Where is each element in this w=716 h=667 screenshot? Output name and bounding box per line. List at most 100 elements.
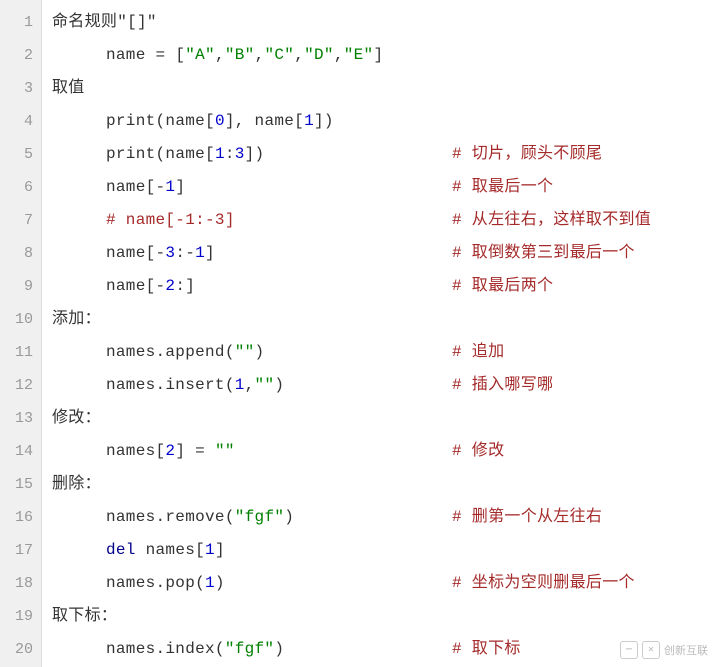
code-token: 3 — [165, 244, 175, 262]
code-token: 1 — [165, 178, 175, 196]
code-token: (name[ — [156, 112, 215, 130]
code-line: 修改： — [52, 402, 716, 435]
code-token: ) — [274, 376, 284, 394]
code-token: ] — [175, 178, 185, 196]
line-number: 15 — [0, 468, 41, 501]
code-line: names.insert(1,"")# 插入哪写哪 — [52, 369, 716, 402]
code-comment: # 取下标 — [452, 633, 521, 666]
watermark-text: 创新互联 — [664, 642, 708, 658]
code-token: ], name[ — [225, 112, 304, 130]
line-number: 3 — [0, 72, 41, 105]
code-token: 取下标： — [52, 607, 117, 625]
code-token: "" — [255, 376, 275, 394]
watermark: ⋯ ✕ 创新互联 — [620, 641, 708, 659]
code-comment: # 坐标为空则删最后一个 — [452, 567, 635, 600]
line-number: 5 — [0, 138, 41, 171]
code-token: 1 — [235, 376, 245, 394]
code-token: names.append( — [106, 343, 235, 361]
code-comment: # 取最后两个 — [452, 270, 553, 303]
code-token: names.pop( — [106, 574, 205, 592]
code-token: 1 — [195, 244, 205, 262]
code-token: "" — [215, 442, 235, 460]
code-line: name[-3:-1]# 取倒数第三到最后一个 — [52, 237, 716, 270]
line-number: 19 — [0, 600, 41, 633]
code-editor: 1234567891011121314151617181920 命名规则"[]"… — [0, 0, 716, 667]
code-comment: # 取最后一个 — [452, 171, 553, 204]
code-line: del names[1] — [52, 534, 716, 567]
line-number: 2 — [0, 39, 41, 72]
code-token: :- — [175, 244, 195, 262]
line-number: 1 — [0, 6, 41, 39]
code-token: 1 — [215, 145, 225, 163]
line-number: 10 — [0, 303, 41, 336]
code-token: names.remove( — [106, 508, 235, 526]
code-token: , — [255, 46, 265, 64]
code-token: , — [334, 46, 344, 64]
line-number: 12 — [0, 369, 41, 402]
code-token: [ — [175, 46, 185, 64]
code-token: print — [106, 112, 156, 130]
code-line: 删除： — [52, 468, 716, 501]
code-token: ) — [284, 508, 294, 526]
code-token: ]) — [245, 145, 265, 163]
line-number: 8 — [0, 237, 41, 270]
code-comment: # 插入哪写哪 — [452, 369, 553, 402]
line-number: 17 — [0, 534, 41, 567]
code-line: name[-2:]# 取最后两个 — [52, 270, 716, 303]
brand-icon: ✕ — [642, 641, 660, 659]
code-token: ] = — [175, 442, 215, 460]
code-line: names.remove("fgf")# 删第一个从左往右 — [52, 501, 716, 534]
code-token: names.index( — [106, 640, 225, 658]
code-token: "" — [235, 343, 255, 361]
code-token: ] — [205, 244, 215, 262]
code-token: "C" — [264, 46, 294, 64]
code-comment: # 取倒数第三到最后一个 — [452, 237, 635, 270]
line-number-gutter: 1234567891011121314151617181920 — [0, 0, 42, 667]
code-token: 1 — [304, 112, 314, 130]
code-token: - — [156, 178, 166, 196]
code-token: ]) — [314, 112, 334, 130]
code-token: 修改： — [52, 409, 101, 427]
code-area: 命名规则"[]"name = ["A","B","C","D","E"]取值pr… — [42, 0, 716, 667]
line-number: 9 — [0, 270, 41, 303]
code-line: name[-1] # 取最后一个 — [52, 171, 716, 204]
code-line: # name[-1:-3]# 从左往右，这样取不到值 — [52, 204, 716, 237]
code-token: del — [106, 541, 136, 559]
line-number: 13 — [0, 402, 41, 435]
code-token: "A" — [185, 46, 215, 64]
code-line: 取值 — [52, 72, 716, 105]
code-token: ] — [215, 541, 225, 559]
code-line: names.index("fgf")# 取下标 — [52, 633, 716, 666]
code-token: 1 — [205, 541, 215, 559]
code-token: name[ — [106, 178, 156, 196]
line-number: 20 — [0, 633, 41, 666]
code-line: print(name[1:3])# 切片，顾头不顾尾 — [52, 138, 716, 171]
code-token: 命名规则"[]" — [52, 13, 157, 31]
code-token: print — [106, 145, 156, 163]
code-token: 0 — [215, 112, 225, 130]
code-token: : — [225, 145, 235, 163]
code-line: 取下标： — [52, 600, 716, 633]
code-comment: # 修改 — [452, 435, 504, 468]
code-token: ) — [274, 640, 284, 658]
code-token: = — [156, 46, 176, 64]
code-comment: # 删第一个从左往右 — [452, 501, 602, 534]
code-token: names[ — [106, 442, 165, 460]
code-token: names[ — [136, 541, 205, 559]
line-number: 14 — [0, 435, 41, 468]
code-line: print(name[0], name[1]) — [52, 105, 716, 138]
code-token: , — [245, 376, 255, 394]
code-comment: # 追加 — [452, 336, 504, 369]
code-line: names[2] = ""# 修改 — [52, 435, 716, 468]
code-comment: # 从左往右，这样取不到值 — [452, 204, 651, 237]
code-comment: # 切片，顾头不顾尾 — [452, 138, 602, 171]
line-number: 7 — [0, 204, 41, 237]
code-line: names.pop(1)# 坐标为空则删最后一个 — [52, 567, 716, 600]
code-token: ) — [255, 343, 265, 361]
code-token: (name[ — [156, 145, 215, 163]
code-token: ] — [373, 46, 383, 64]
code-token: 添加： — [52, 310, 101, 328]
code-token: :] — [175, 277, 195, 295]
code-token: - — [156, 277, 166, 295]
code-token: name — [106, 46, 156, 64]
